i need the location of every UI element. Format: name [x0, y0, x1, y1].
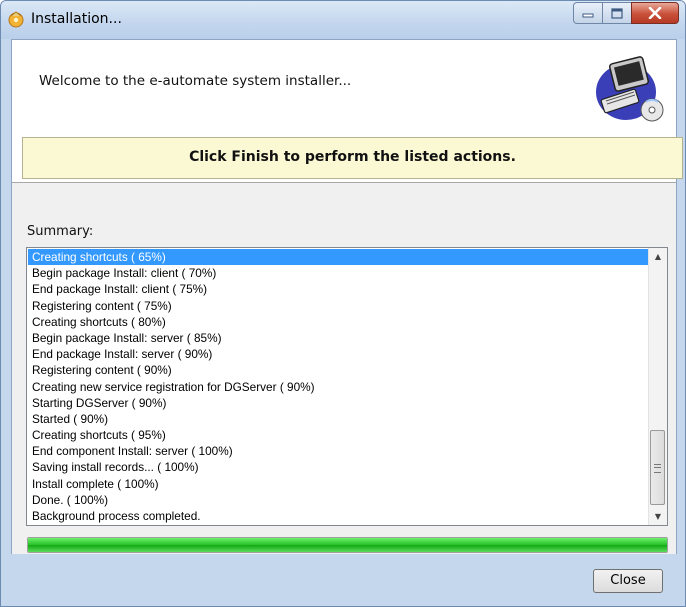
list-item[interactable]: Saving install records... ( 100%) — [28, 459, 648, 475]
instruction-banner: Click Finish to perform the listed actio… — [22, 137, 683, 179]
minimize-button[interactable] — [573, 2, 603, 24]
summary-label: Summary: — [27, 224, 94, 239]
welcome-section: Welcome to the e-automate system install… — [12, 40, 676, 135]
list-item[interactable]: Creating shortcuts ( 95%) — [28, 427, 648, 443]
close-button[interactable]: Close — [593, 569, 663, 593]
list-item[interactable]: Started ( 90%) — [28, 411, 648, 427]
vertical-scrollbar[interactable]: ▲ ▼ — [648, 248, 667, 525]
list-item[interactable]: Creating new service registration for DG… — [28, 379, 648, 395]
window-title: Installation... — [31, 11, 122, 27]
list-item[interactable]: Begin package Install: server ( 85%) — [28, 330, 648, 346]
close-icon — [648, 7, 662, 19]
summary-listbox[interactable]: Creating shortcuts ( 65%) Begin package I… — [26, 247, 668, 526]
minimize-icon — [582, 13, 594, 18]
list-item[interactable]: Done. ( 100%) — [28, 492, 648, 508]
banner-text: Click Finish to perform the listed actio… — [189, 149, 516, 165]
title-bar[interactable]: Installation... — [1, 1, 685, 39]
installer-window: Installation... Welcome to the e-automat… — [0, 0, 686, 607]
list-item[interactable]: Registering content ( 75%) — [28, 298, 648, 314]
list-item[interactable]: Creating shortcuts ( 65%) — [28, 249, 648, 266]
list-item[interactable]: Install complete ( 100%) — [28, 476, 648, 492]
scroll-down-button[interactable]: ▼ — [649, 508, 667, 525]
progress-fill — [28, 538, 667, 552]
summary-list: Creating shortcuts ( 65%) Begin package I… — [28, 249, 648, 524]
list-item[interactable]: Background process completed. — [28, 508, 648, 524]
list-item[interactable]: Creating shortcuts ( 80%) — [28, 314, 648, 330]
installer-app-icon — [8, 11, 24, 28]
scrollbar-thumb[interactable] — [650, 430, 665, 505]
list-item[interactable]: Begin package Install: client ( 70%) — [28, 265, 648, 281]
welcome-text: Welcome to the e-automate system install… — [39, 73, 352, 89]
computer-with-cd-icon — [596, 56, 664, 122]
list-item[interactable]: End component Install: server ( 100%) — [28, 443, 648, 459]
maximize-icon — [611, 7, 623, 19]
maximize-button[interactable] — [603, 2, 631, 24]
list-item[interactable]: End package Install: server ( 90%) — [28, 346, 648, 362]
chevron-up-icon: ▲ — [654, 252, 662, 261]
dialog-footer — [1, 554, 685, 606]
scroll-up-button[interactable]: ▲ — [649, 248, 667, 265]
list-item[interactable]: End package Install: client ( 75%) — [28, 281, 648, 297]
window-controls — [573, 2, 679, 26]
chevron-down-icon: ▼ — [654, 512, 662, 521]
close-window-button[interactable] — [631, 2, 679, 24]
progress-bar — [27, 537, 668, 553]
grip-icon — [654, 464, 661, 473]
list-item[interactable]: Starting DGServer ( 90%) — [28, 395, 648, 411]
list-item[interactable]: Registering content ( 90%) — [28, 362, 648, 378]
